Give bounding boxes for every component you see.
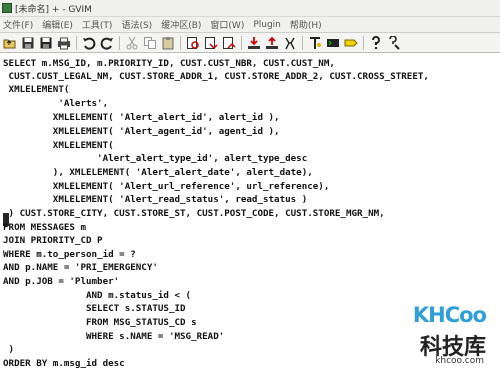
toolbar-separator: [302, 35, 303, 50]
code-line[interactable]: CUST.CUST_LEGAL_NM, CUST.STORE_ADDR_1, C…: [3, 70, 429, 83]
cut-icon[interactable]: [125, 36, 139, 50]
toolbar-separator: [180, 35, 181, 50]
code-line[interactable]: FROM MESSAGES m: [3, 221, 86, 234]
gvim-window: [未命名] + - GVIM 文件(F) 编辑(E) 工具(T) 语法(S) 缓…: [0, 0, 500, 375]
copy-icon[interactable]: [143, 36, 157, 50]
toolbar: [0, 33, 500, 53]
code-line[interactable]: SELECT s.STATUS_ID: [3, 302, 186, 315]
code-line[interactable]: 'Alert_alert_type_id', alert_type_desc: [3, 152, 307, 165]
paste-icon[interactable]: [161, 36, 175, 50]
code-line[interactable]: XMLELEMENT(: [3, 83, 70, 96]
code-line[interactable]: XMLELEMENT( 'Alert_alert_id', alert_id )…: [3, 111, 280, 124]
save-session-icon[interactable]: [265, 36, 279, 50]
tag-jump-icon[interactable]: [344, 36, 358, 50]
code-line[interactable]: WHERE s.NAME = 'MSG_READ': [3, 330, 224, 343]
menu-window[interactable]: 窗口(W): [210, 18, 244, 31]
load-session-icon[interactable]: [247, 36, 261, 50]
toolbar-separator: [76, 35, 77, 50]
open-icon[interactable]: [3, 36, 17, 50]
code-line[interactable]: AND m.status_id < (: [3, 289, 191, 302]
undo-icon[interactable]: [82, 36, 96, 50]
code-line[interactable]: AND p.JOB = 'Plumber': [3, 275, 119, 288]
title-bar: [未命名] + - GVIM: [0, 0, 500, 17]
redo-icon[interactable]: [100, 36, 114, 50]
find-prev-icon[interactable]: [222, 36, 236, 50]
code-line[interactable]: ORDER BY m.msg_id desc: [3, 357, 125, 370]
code-line[interactable]: FROM MSG_STATUS_CD s: [3, 316, 197, 329]
watermark: KHCoo 科技库 khcoo.com: [396, 303, 492, 373]
watermark-url: khcoo.com: [435, 356, 484, 366]
code-line[interactable]: XMLELEMENT( 'Alert_url_reference', url_r…: [3, 180, 330, 193]
code-line[interactable]: AND p.NAME = 'PRI_EMERGENCY': [3, 261, 158, 274]
save-icon[interactable]: [21, 36, 35, 50]
find-help-icon[interactable]: [387, 35, 401, 50]
watermark-logo: KHCoo: [412, 303, 487, 327]
menu-buffers[interactable]: 缓冲区(B): [161, 18, 201, 31]
code-line[interactable]: JOIN PRIORITY_CD P: [3, 234, 103, 247]
window-title: [未命名] + - GVIM: [15, 4, 92, 15]
code-line[interactable]: ) CUST.STORE_CITY, CUST.STORE_ST, CUST.P…: [3, 207, 385, 220]
menu-plugin[interactable]: Plugin: [253, 20, 281, 30]
menu-tools[interactable]: 工具(T): [82, 18, 113, 31]
menu-bar: 文件(F) 编辑(E) 工具(T) 语法(S) 缓冲区(B) 窗口(W) Plu…: [0, 17, 500, 33]
code-line[interactable]: XMLELEMENT( 'Alert_agent_id', agent_id )…: [3, 125, 280, 138]
make-icon[interactable]: [308, 36, 322, 50]
code-line[interactable]: ): [3, 343, 15, 356]
shell-icon[interactable]: [326, 36, 340, 50]
menu-edit[interactable]: 编辑(E): [42, 18, 73, 31]
toolbar-separator: [241, 35, 242, 50]
toolbar-separator: [363, 35, 364, 50]
code-line[interactable]: XMLELEMENT(: [3, 139, 114, 152]
gvim-logo-icon: [2, 3, 12, 13]
help-icon[interactable]: [369, 35, 383, 50]
code-line[interactable]: SELECT m.MSG_ID, m.PRIORITY_ID, CUST.CUS…: [3, 57, 335, 70]
menu-help[interactable]: 帮助(H): [290, 18, 322, 31]
menu-file[interactable]: 文件(F): [3, 18, 33, 31]
menu-syntax[interactable]: 语法(S): [121, 18, 152, 31]
code-line[interactable]: XMLELEMENT( 'Alert_read_status', read_st…: [3, 193, 307, 206]
run-script-icon[interactable]: [283, 36, 297, 50]
find-replace-icon[interactable]: [186, 36, 200, 50]
save-all-icon[interactable]: [39, 36, 53, 50]
code-line[interactable]: ), XMLELEMENT( 'Alert_alert_date', alert…: [3, 166, 313, 179]
print-icon[interactable]: [57, 36, 71, 50]
find-next-icon[interactable]: [204, 36, 218, 50]
toolbar-separator: [119, 35, 120, 50]
code-line[interactable]: WHERE m.to_person_id = ?: [3, 248, 136, 261]
code-line[interactable]: 'Alerts',: [3, 97, 108, 110]
editor-area[interactable]: SELECT m.MSG_ID, m.PRIORITY_ID, CUST.CUS…: [0, 53, 500, 375]
